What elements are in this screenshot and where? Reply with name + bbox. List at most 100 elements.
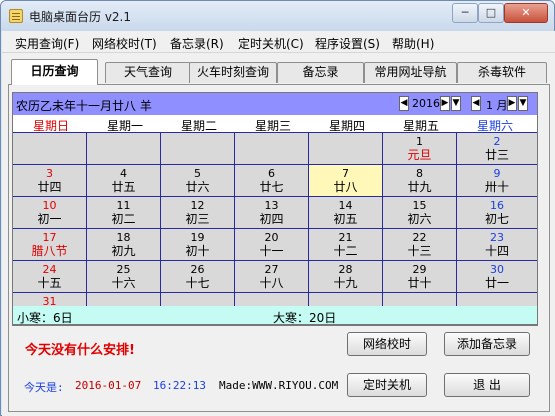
lunar-day-label: 元旦: [407, 148, 432, 162]
year-dropdown-icon[interactable]: ▼: [451, 96, 461, 111]
made-by-text: Made:WWW.RIYOU.COM: [219, 379, 339, 392]
solar-day-number: 23: [490, 231, 504, 244]
solar-day-number: 19: [190, 231, 205, 244]
day-cell-28[interactable]: 28 十九: [309, 261, 383, 293]
prev-year-arrow-icon[interactable]: ◀: [399, 96, 409, 111]
current-date: 2016-01-07: [75, 379, 142, 392]
menu-memo[interactable]: 备忘录(R): [170, 35, 224, 52]
day-cell-5[interactable]: 5 廿六: [161, 165, 235, 197]
tab-memo[interactable]: 备忘录: [277, 62, 364, 83]
solar-day-number: 27: [264, 263, 279, 276]
menu-shutdown[interactable]: 定时关机(C): [238, 35, 304, 52]
solar-day-number: 22: [412, 231, 427, 244]
day-cell-4[interactable]: 4 廿五: [87, 165, 161, 197]
weekday-6: 星期六: [476, 119, 513, 133]
day-cell-3[interactable]: 3 廿四: [13, 165, 87, 197]
maximize-button[interactable]: □: [478, 3, 504, 23]
tab-calendar[interactable]: 日历查询: [11, 59, 98, 85]
solar-day-number: 18: [116, 231, 131, 244]
day-cell-30[interactable]: 30 廿一: [457, 261, 537, 293]
next-month-arrow-icon[interactable]: ▶: [507, 96, 517, 111]
solar-day-number: 6: [268, 167, 275, 180]
time-sync-button[interactable]: 网络校时: [347, 332, 427, 356]
day-cell-19[interactable]: 19 初十: [161, 229, 235, 261]
solar-terms-bar: 小寒：6日 大寒：20日: [12, 306, 538, 325]
schedule-message: 今天没有什么安排!: [25, 343, 135, 358]
day-cell-29[interactable]: 29 廿十: [383, 261, 457, 293]
year-value[interactable]: 2016: [412, 97, 440, 110]
day-cell-9[interactable]: 9 卅十: [457, 165, 537, 197]
day-cell-1[interactable]: 1 元旦: [383, 133, 457, 165]
menu-help[interactable]: 帮助(H): [392, 35, 434, 52]
minimize-button[interactable]: ─: [452, 3, 478, 23]
day-cell-26[interactable]: 26 十七: [161, 261, 235, 293]
lunar-day-label: 廿六: [185, 180, 210, 194]
lunar-date-title: 农历乙未年十一月廿八 羊: [16, 99, 152, 113]
day-cell-18[interactable]: 18 初九: [87, 229, 161, 261]
day-cell-27[interactable]: 27 十八: [235, 261, 309, 293]
add-memo-button[interactable]: 添加备忘录: [444, 332, 530, 356]
tab-antivirus[interactable]: 杀毒软件: [457, 62, 547, 83]
tab-links[interactable]: 常用网址导航: [364, 62, 457, 83]
solar-day-number: 10: [42, 199, 57, 212]
day-cell-17[interactable]: 17 腊八节: [13, 229, 87, 261]
lunar-day-label: 腊八节: [31, 244, 68, 258]
menu-settings[interactable]: 程序设置(S): [315, 35, 380, 52]
solar-day-number: 15: [412, 199, 427, 212]
day-cell-20[interactable]: 20 十一: [235, 229, 309, 261]
day-cell-6[interactable]: 6 廿七: [235, 165, 309, 197]
lunar-day-label: 廿三: [484, 148, 509, 162]
lunar-day-label: 十八: [259, 276, 284, 290]
lunar-day-label: 廿一: [484, 276, 509, 290]
lunar-day-label: 廿九: [407, 180, 432, 194]
calendar-grid: 1 元旦 2 廿三 3 廿四 4 廿五 5 廿六 6 廿七 7 廿八 8 廿九 9 卅十 10 初一 11 初二 12 初三 1…: [13, 133, 537, 325]
day-cell-25[interactable]: 25 十六: [87, 261, 161, 293]
lunar-day-label: 初二: [111, 212, 136, 226]
lunar-day-label: 初九: [111, 244, 136, 258]
title-bar[interactable]: 电脑桌面台历 v2.1 ─ □ ✕: [1, 1, 554, 31]
menu-query[interactable]: 实用查询(F): [15, 35, 79, 52]
month-value[interactable]: 1 月: [486, 97, 508, 113]
day-cell-10[interactable]: 10 初一: [13, 197, 87, 229]
day-cell-7[interactable]: 7 廿八: [309, 165, 383, 197]
weekday-0: 星期日: [32, 119, 69, 133]
solar-day-number: 3: [46, 167, 53, 180]
shutdown-timer-button[interactable]: 定时关机: [347, 373, 427, 397]
day-cell-11[interactable]: 11 初二: [87, 197, 161, 229]
lunar-day-label: 十一: [259, 244, 284, 258]
solar-day-number: 30: [490, 263, 504, 276]
day-cell-24[interactable]: 24 十五: [13, 261, 87, 293]
solar-day-number: 4: [120, 167, 127, 180]
weekday-3: 星期三: [254, 119, 291, 133]
close-button[interactable]: ✕: [504, 3, 548, 23]
solar-day-number: 5: [194, 167, 201, 180]
next-year-arrow-icon[interactable]: ▶: [440, 96, 450, 111]
menu-time-sync[interactable]: 网络校时(T): [92, 35, 157, 52]
day-cell-15[interactable]: 15 初六: [383, 197, 457, 229]
day-cell-22[interactable]: 22 十三: [383, 229, 457, 261]
solar-day-number: 7: [342, 167, 349, 180]
day-cell-12[interactable]: 12 初三: [161, 197, 235, 229]
tab-train[interactable]: 火车时刻查询: [189, 62, 277, 83]
lunar-day-label: 十四: [484, 244, 509, 258]
tab-weather[interactable]: 天气查询: [105, 62, 191, 83]
day-cell-14[interactable]: 14 初五: [309, 197, 383, 229]
solar-day-number: 9: [493, 167, 501, 180]
month-dropdown-icon[interactable]: ▼: [518, 96, 528, 111]
lunar-day-label: 十七: [185, 276, 210, 290]
lunar-day-label: 初三: [185, 212, 210, 226]
solar-day-number: 14: [338, 199, 353, 212]
lunar-day-label: 十二: [333, 244, 358, 258]
lunar-day-label: 初七: [484, 212, 509, 226]
day-cell-16[interactable]: 16 初七: [457, 197, 537, 229]
day-cell-13[interactable]: 13 初四: [235, 197, 309, 229]
prev-month-arrow-icon[interactable]: ◀: [471, 96, 481, 111]
day-cell-23[interactable]: 23 十四: [457, 229, 537, 261]
day-cell-2[interactable]: 2 廿三: [457, 133, 537, 165]
weekday-1: 星期一: [106, 119, 143, 133]
solar-day-number: 20: [264, 231, 279, 244]
day-cell-8[interactable]: 8 廿九: [383, 165, 457, 197]
empty-day-cell: [161, 133, 235, 165]
day-cell-21[interactable]: 21 十二: [309, 229, 383, 261]
exit-button[interactable]: 退 出: [444, 373, 530, 397]
